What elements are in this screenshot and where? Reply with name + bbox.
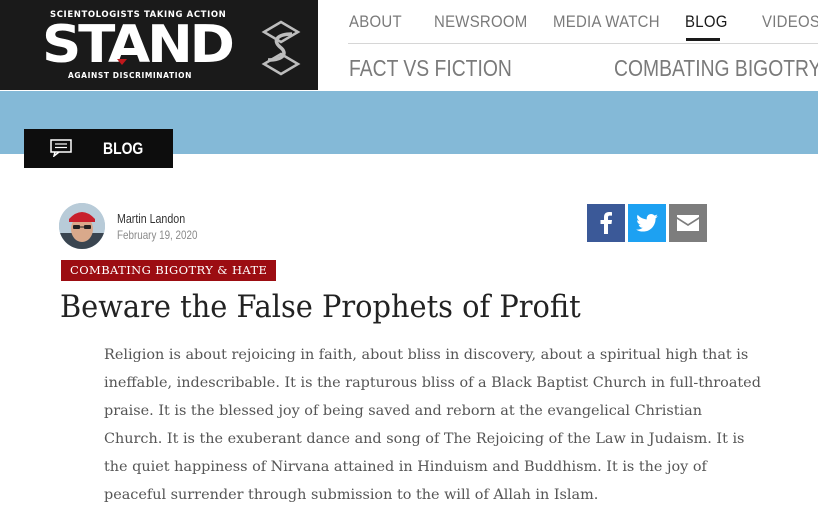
author-photo: [59, 203, 105, 249]
share-facebook-button[interactable]: [587, 204, 625, 242]
category-tag[interactable]: COMBATING BIGOTRY & HATE: [61, 260, 277, 281]
logo-triangle-accent: [117, 59, 127, 65]
email-icon: [677, 215, 699, 231]
nav-active-indicator: [686, 38, 720, 41]
section-label-blog: BLOG: [24, 129, 173, 168]
nav-divider: [348, 43, 818, 44]
facebook-icon: [600, 212, 612, 234]
author-avatar[interactable]: [59, 203, 105, 249]
twitter-icon: [636, 214, 658, 232]
scientology-symbol-icon: [261, 20, 301, 76]
nav-blog[interactable]: BLOG: [685, 12, 728, 32]
nav-videos[interactable]: VIDEOS: [762, 12, 818, 32]
logo-wordmark: STAND: [42, 15, 235, 75]
share-twitter-button[interactable]: [628, 204, 666, 242]
nav-about[interactable]: ABOUT: [349, 12, 402, 32]
post-title: Beware the False Prophets of Profit: [60, 289, 581, 325]
post-date: February 19, 2020: [117, 228, 198, 242]
site-logo[interactable]: SCIENTOLOGISTS TAKING ACTION STAND AGAIN…: [0, 0, 318, 90]
nav-fact-vs-fiction[interactable]: FACT VS FICTION: [349, 55, 512, 82]
nav-media-watch[interactable]: MEDIA WATCH: [553, 12, 660, 32]
nav-newsroom[interactable]: NEWSROOM: [434, 12, 528, 32]
nav-combating-bigotry[interactable]: COMBATING BIGOTRY: [614, 55, 818, 82]
section-label-text: BLOG: [103, 139, 144, 158]
logo-tagline-bottom: AGAINST DISCRIMINATION: [68, 71, 192, 80]
chat-bubble-icon: [50, 139, 72, 157]
share-email-button[interactable]: [669, 204, 707, 242]
author-name[interactable]: Martin Landon: [117, 211, 185, 226]
post-body: Religion is about rejoicing in faith, ab…: [104, 347, 761, 503]
